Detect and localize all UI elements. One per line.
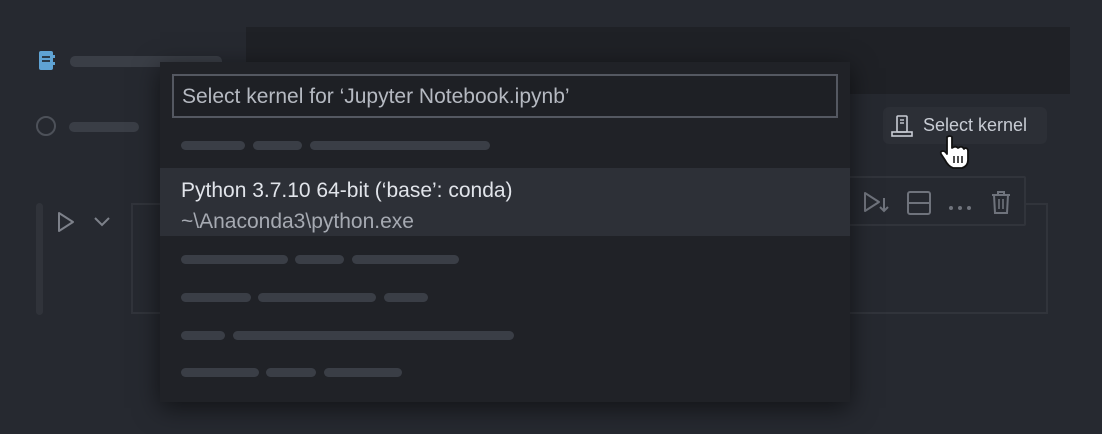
select-kernel-label: Select kernel [923, 115, 1028, 135]
status-radio-icon[interactable] [36, 116, 56, 136]
kernel-item-placeholder[interactable] [181, 293, 251, 302]
kernel-item-placeholder[interactable] [233, 331, 514, 340]
kernel-item-placeholder[interactable] [310, 141, 490, 150]
cell-gutter [36, 203, 43, 315]
kernel-item-title: Python 3.7.10 64-bit (‘base’: conda) [181, 179, 513, 202]
more-icon[interactable] [948, 198, 972, 216]
kernel-item-placeholder[interactable] [181, 255, 288, 264]
kernel-item-placeholder[interactable] [253, 141, 302, 150]
kernel-server-icon [891, 114, 913, 143]
kernel-item-placeholder[interactable] [181, 368, 259, 377]
trash-icon[interactable] [990, 190, 1012, 221]
split-cell-icon[interactable] [906, 190, 932, 221]
kernel-search-input[interactable]: Select kernel for ‘Jupyter Notebook.ipyn… [172, 74, 838, 118]
kernel-item-placeholder[interactable] [352, 255, 459, 264]
run-below-icon[interactable] [862, 190, 890, 221]
kernel-item-placeholder[interactable] [324, 368, 402, 377]
notebook-icon [38, 50, 56, 71]
kernel-item-placeholder[interactable] [258, 293, 376, 302]
hand-cursor-icon [938, 134, 972, 175]
kernel-item-placeholder[interactable] [295, 255, 344, 264]
kernel-item-placeholder[interactable] [384, 293, 428, 302]
cell-toolbar [848, 176, 1026, 226]
kernel-item-path: ~\Anaconda3\python.exe [181, 210, 414, 233]
kernel-item-placeholder[interactable] [266, 368, 316, 377]
chevron-down-icon[interactable] [92, 214, 112, 235]
kernel-item-placeholder[interactable] [181, 141, 245, 150]
status-placeholder [69, 122, 139, 132]
play-icon[interactable] [56, 210, 76, 239]
kernel-picker-popup: Select kernel for ‘Jupyter Notebook.ipyn… [160, 62, 850, 402]
selected-kernel-item[interactable]: Python 3.7.10 64-bit (‘base’: conda) ~\A… [160, 168, 850, 236]
kernel-item-placeholder[interactable] [181, 331, 225, 340]
